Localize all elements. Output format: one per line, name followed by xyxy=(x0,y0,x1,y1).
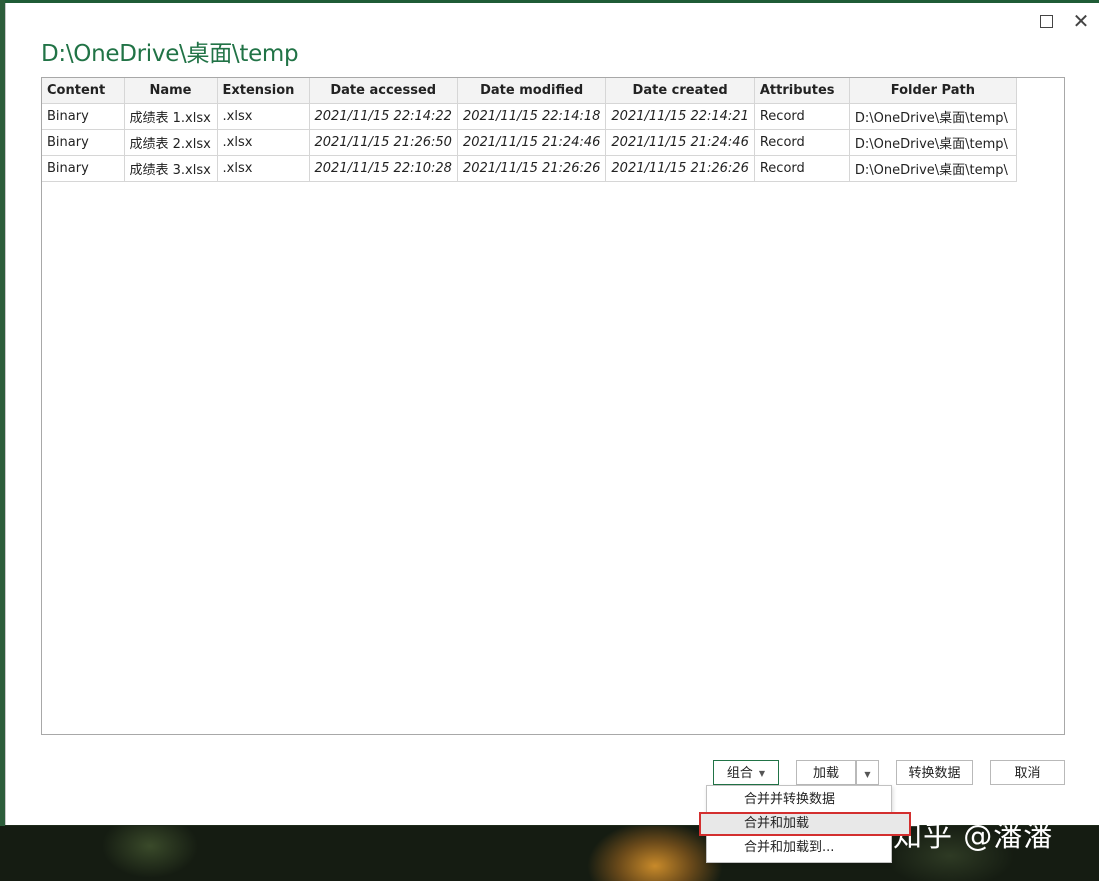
menu-item-combine-load[interactable]: 合并和加载 xyxy=(699,812,911,836)
cell-date-accessed: 2021/11/15 22:10:28 xyxy=(309,155,458,182)
cell-folder-path: D:\OneDrive\桌面\temp\ xyxy=(849,103,1017,130)
file-preview-grid: Content Name Extension Date accessed Dat… xyxy=(41,77,1065,735)
cell-folder-path: D:\OneDrive\桌面\temp\ xyxy=(849,155,1017,182)
maximize-button[interactable] xyxy=(1034,9,1058,33)
combine-button-label: 组合 xyxy=(726,766,753,781)
close-button[interactable]: ✕ xyxy=(1069,9,1093,33)
table-row: Binary 成绩表 1.xlsx .xlsx 2021/11/15 22:14… xyxy=(42,103,1017,130)
column-header-extension[interactable]: Extension xyxy=(217,78,310,104)
column-header-folder-path[interactable]: Folder Path xyxy=(849,78,1017,104)
column-header-attributes[interactable]: Attributes xyxy=(754,78,850,104)
cell-date-created: 2021/11/15 21:24:46 xyxy=(605,129,755,156)
cell-date-accessed: 2021/11/15 22:14:22 xyxy=(309,103,458,130)
cell-attributes[interactable]: Record xyxy=(754,129,850,156)
cell-date-accessed: 2021/11/15 21:26:50 xyxy=(309,129,458,156)
file-table: Content Name Extension Date accessed Dat… xyxy=(42,78,1017,182)
column-header-date-created[interactable]: Date created xyxy=(605,78,755,104)
load-button[interactable]: 加载 xyxy=(796,760,856,785)
cell-date-created: 2021/11/15 21:26:26 xyxy=(605,155,755,182)
load-options-button[interactable]: ▼ xyxy=(856,760,879,785)
cell-name: 成绩表 3.xlsx xyxy=(124,155,218,182)
load-button-label: 加载 xyxy=(812,766,839,781)
menu-item-combine-transform[interactable]: 合并并转换数据 xyxy=(707,788,891,812)
navigator-dialog: ✕ D:\OneDrive\桌面\temp Content Name Exten… xyxy=(5,3,1099,825)
dialog-title: D:\OneDrive\桌面\temp xyxy=(41,41,299,67)
menu-item-combine-load-to[interactable]: 合并和加载到... xyxy=(707,836,891,860)
cell-attributes[interactable]: Record xyxy=(754,103,850,130)
cell-date-modified: 2021/11/15 21:24:46 xyxy=(457,129,607,156)
combine-button[interactable]: 组合 ▼ xyxy=(713,760,779,785)
combine-dropdown-menu: 合并并转换数据 合并和加载 合并和加载到... xyxy=(699,785,911,863)
cell-extension: .xlsx xyxy=(217,155,310,182)
cancel-button[interactable]: 取消 xyxy=(990,760,1065,785)
close-icon: ✕ xyxy=(1072,9,1090,33)
column-header-content[interactable]: Content xyxy=(42,78,125,104)
cell-attributes[interactable]: Record xyxy=(754,155,850,182)
maximize-icon xyxy=(1039,15,1053,28)
chevron-down-icon: ▼ xyxy=(864,770,871,779)
chevron-down-icon: ▼ xyxy=(758,769,766,778)
cell-name: 成绩表 2.xlsx xyxy=(124,129,218,156)
cell-extension: .xlsx xyxy=(217,103,310,130)
cell-content[interactable]: Binary xyxy=(42,155,125,182)
column-header-date-modified[interactable]: Date modified xyxy=(457,78,607,104)
cell-content[interactable]: Binary xyxy=(42,103,125,130)
cell-content[interactable]: Binary xyxy=(42,129,125,156)
cell-folder-path: D:\OneDrive\桌面\temp\ xyxy=(849,129,1017,156)
column-header-name[interactable]: Name xyxy=(124,78,218,104)
cell-date-modified: 2021/11/15 22:14:18 xyxy=(457,103,607,130)
table-header-row: Content Name Extension Date accessed Dat… xyxy=(42,78,1017,104)
cell-name: 成绩表 1.xlsx xyxy=(124,103,218,130)
table-row: Binary 成绩表 2.xlsx .xlsx 2021/11/15 21:26… xyxy=(42,129,1017,156)
column-header-date-accessed[interactable]: Date accessed xyxy=(309,78,458,104)
transform-data-button[interactable]: 转换数据 xyxy=(896,760,973,785)
cell-extension: .xlsx xyxy=(217,129,310,156)
table-row: Binary 成绩表 3.xlsx .xlsx 2021/11/15 22:10… xyxy=(42,155,1017,182)
cell-date-modified: 2021/11/15 21:26:26 xyxy=(457,155,607,182)
cell-date-created: 2021/11/15 22:14:21 xyxy=(605,103,755,130)
